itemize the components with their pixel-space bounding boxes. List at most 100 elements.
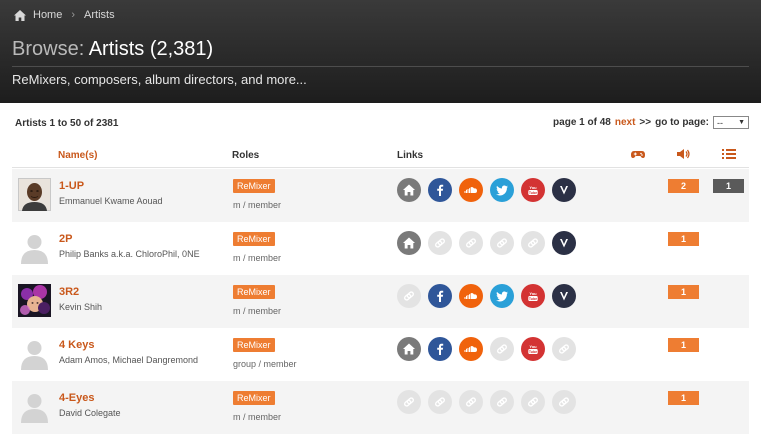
link-disabled-icon bbox=[428, 231, 452, 255]
avatar[interactable] bbox=[18, 284, 51, 317]
page-title: Browse: Artists (2,381) bbox=[12, 38, 213, 61]
youtube-icon[interactable]: You Tube bbox=[521, 284, 545, 308]
artist-aliases: Philip Banks a.k.a. ChloroPhil, 0NE bbox=[59, 249, 200, 259]
artists-table-header: Name(s) Roles Links bbox=[12, 144, 749, 168]
artist-name-link[interactable]: 4 Keys bbox=[59, 339, 94, 351]
page-title-main: Artists (2,381) bbox=[88, 38, 214, 60]
chevron-right-icon: › bbox=[71, 9, 76, 21]
link-disabled-icon bbox=[490, 390, 514, 414]
listing-meta: Artists 1 to 50 of 2381 page 1 of 48 nex… bbox=[0, 116, 761, 134]
remix-count-badge[interactable]: 2 bbox=[668, 179, 699, 193]
home-icon[interactable] bbox=[14, 9, 26, 21]
link-disabled-icon bbox=[521, 231, 545, 255]
soundcloud-icon[interactable] bbox=[459, 178, 483, 202]
svg-text:Tube: Tube bbox=[529, 350, 537, 354]
link-disabled-icon bbox=[428, 390, 452, 414]
youtube-icon[interactable]: You Tube bbox=[521, 178, 545, 202]
artist-group: m / member bbox=[233, 200, 282, 210]
page-info: page 1 of 48 bbox=[553, 117, 611, 128]
breadcrumb-current[interactable]: Artists bbox=[84, 9, 115, 21]
role-badge[interactable]: ReMixer bbox=[233, 391, 275, 405]
vgmdb-icon[interactable] bbox=[552, 231, 576, 255]
link-disabled-icon bbox=[552, 390, 576, 414]
artist-aliases: Kevin Shih bbox=[59, 302, 103, 312]
column-roles: Roles bbox=[232, 150, 260, 161]
breadcrumb: Home › Artists bbox=[14, 9, 115, 21]
artist-aliases: Adam Amos, Michael Dangremond bbox=[59, 355, 199, 365]
artist-links: You Tube bbox=[397, 337, 576, 361]
youtube-icon[interactable]: You Tube bbox=[521, 337, 545, 361]
link-disabled-icon bbox=[490, 231, 514, 255]
goto-page-select[interactable]: -- ▼ bbox=[713, 116, 749, 129]
link-disabled-icon bbox=[459, 390, 483, 414]
avatar-placeholder-icon[interactable] bbox=[18, 231, 51, 264]
facebook-icon[interactable] bbox=[428, 284, 452, 308]
artist-links: You Tube bbox=[397, 178, 576, 202]
speaker-icon[interactable] bbox=[676, 148, 690, 160]
artist-links: You Tube bbox=[397, 284, 576, 308]
remix-count-badge[interactable]: 1 bbox=[668, 338, 699, 352]
avatar[interactable] bbox=[18, 178, 51, 211]
soundcloud-icon[interactable] bbox=[459, 284, 483, 308]
link-disabled-icon bbox=[521, 390, 545, 414]
next-page-link[interactable]: next bbox=[615, 117, 636, 128]
artist-group: m / member bbox=[233, 253, 282, 263]
artist-name-link[interactable]: 2P bbox=[59, 233, 72, 245]
goto-page-label: go to page: bbox=[655, 117, 709, 128]
role-badge[interactable]: ReMixer bbox=[233, 232, 275, 246]
website-icon[interactable] bbox=[397, 337, 421, 361]
artist-aliases: David Colegate bbox=[59, 408, 121, 418]
role-badge[interactable]: ReMixer bbox=[233, 338, 275, 352]
header-divider bbox=[12, 66, 749, 67]
artist-aliases: Emmanuel Kwame Aouad bbox=[59, 196, 163, 206]
role-badge[interactable]: ReMixer bbox=[233, 179, 275, 193]
website-icon[interactable] bbox=[397, 231, 421, 255]
remix-count-badge[interactable]: 1 bbox=[668, 232, 699, 246]
vgmdb-icon[interactable] bbox=[552, 178, 576, 202]
chevron-down-icon: ▼ bbox=[738, 119, 745, 126]
avatar-placeholder-icon[interactable] bbox=[18, 337, 51, 370]
result-count: Artists 1 to 50 of 2381 bbox=[15, 118, 119, 129]
facebook-icon[interactable] bbox=[428, 178, 452, 202]
svg-text:You: You bbox=[529, 291, 537, 296]
avatar-placeholder-icon[interactable] bbox=[18, 390, 51, 423]
list-icon[interactable] bbox=[722, 148, 736, 160]
artist-name-link[interactable]: 3R2 bbox=[59, 286, 79, 298]
album-count-badge[interactable]: 1 bbox=[713, 179, 744, 193]
soundcloud-icon[interactable] bbox=[459, 337, 483, 361]
table-row: 4-Eyes David Colegate ReMixer m / member 1 bbox=[12, 381, 749, 434]
artist-group: group / member bbox=[233, 359, 297, 369]
svg-text:Tube: Tube bbox=[529, 191, 537, 195]
page-title-prefix: Browse: bbox=[12, 38, 85, 60]
artist-group: m / member bbox=[233, 412, 282, 422]
website-icon[interactable] bbox=[397, 178, 421, 202]
svg-text:You: You bbox=[529, 185, 537, 190]
table-row: 3R2 Kevin Shih ReMixer m / member You Tube 1 bbox=[12, 275, 749, 328]
twitter-icon[interactable] bbox=[490, 178, 514, 202]
artist-name-link[interactable]: 4-Eyes bbox=[59, 392, 94, 404]
goto-page-value: -- bbox=[717, 117, 723, 128]
remix-count-badge[interactable]: 1 bbox=[668, 285, 699, 299]
artist-links bbox=[397, 231, 576, 255]
gamepad-icon[interactable] bbox=[631, 148, 645, 160]
twitter-icon[interactable] bbox=[490, 284, 514, 308]
breadcrumb-home-link[interactable]: Home bbox=[33, 9, 62, 21]
column-links: Links bbox=[397, 150, 424, 161]
table-row: 2P Philip Banks a.k.a. ChloroPhil, 0NE ReM… bbox=[12, 222, 749, 275]
column-name[interactable]: Name(s) bbox=[58, 150, 97, 161]
artist-name-link[interactable]: 1-UP bbox=[59, 180, 84, 192]
pager: page 1 of 48 next >> go to page: -- ▼ bbox=[553, 116, 749, 129]
link-disabled-icon bbox=[552, 337, 576, 361]
page-subtitle: ReMixers, composers, album directors, an… bbox=[12, 72, 307, 87]
table-row: 4 Keys Adam Amos, Michael Dangremond ReMix… bbox=[12, 328, 749, 381]
remix-count-badge[interactable]: 1 bbox=[668, 391, 699, 405]
artist-links bbox=[397, 390, 576, 414]
svg-text:You: You bbox=[529, 344, 537, 349]
table-row: 1-UP Emmanuel Kwame Aouad ReMixer m / membe… bbox=[12, 169, 749, 222]
next-arrows: >> bbox=[639, 117, 652, 128]
page-header: Home › Artists Browse: Artists (2,381) R… bbox=[0, 0, 761, 103]
vgmdb-icon[interactable] bbox=[552, 284, 576, 308]
link-disabled-icon bbox=[490, 337, 514, 361]
role-badge[interactable]: ReMixer bbox=[233, 285, 275, 299]
facebook-icon[interactable] bbox=[428, 337, 452, 361]
